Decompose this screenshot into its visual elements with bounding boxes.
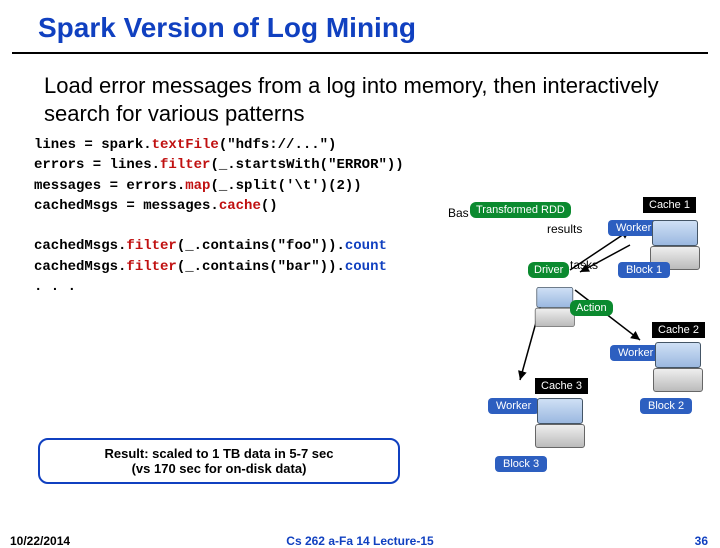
code-line: errors = lines.filter(_.startsWith("ERRO…	[34, 157, 404, 173]
label-bas: Bas	[448, 206, 469, 220]
slide-title: Spark Version of Log Mining	[0, 0, 720, 48]
label-worker-3: Worker	[488, 398, 539, 414]
result-callout: Result: scaled to 1 TB data in 5-7 sec(v…	[38, 438, 400, 484]
label-cache3: Cache 3	[535, 378, 588, 394]
server-icon	[535, 287, 573, 327]
label-block2: Block 2	[640, 398, 692, 414]
footer-page-number: 36	[695, 534, 708, 548]
code-line: lines = spark.textFile("hdfs://...")	[34, 137, 336, 153]
label-cache2: Cache 2	[652, 322, 705, 338]
label-block3: Block 3	[495, 456, 547, 472]
code-line: cachedMsgs.filter(_.contains("foo")).cou…	[34, 238, 387, 254]
code-line: . . .	[34, 279, 76, 295]
code-line: cachedMsgs = messages.cache()	[34, 198, 278, 214]
slide-subtitle: Load error messages from a log into memo…	[0, 54, 720, 135]
footer-course: Cs 262 a-Fa 14 Lecture-15	[286, 534, 433, 548]
code-line: cachedMsgs.filter(_.contains("bar")).cou…	[34, 259, 387, 275]
server-icon	[653, 342, 701, 392]
label-results: results	[547, 222, 582, 236]
server-icon	[535, 398, 583, 448]
label-cache1: Cache 1	[643, 197, 696, 213]
label-transformed-rdd: Transformed RDD	[470, 202, 571, 218]
footer-date: 10/22/2014	[10, 534, 70, 548]
label-block1: Block 1	[618, 262, 670, 278]
cluster-diagram: Bas Transformed RDD Cache 1 results Work…	[440, 200, 720, 480]
label-driver: Driver	[528, 262, 569, 278]
label-action: Action	[570, 300, 613, 316]
code-line: messages = errors.map(_.split('\t')(2))	[34, 178, 362, 194]
label-tasks: tasks	[570, 258, 598, 272]
